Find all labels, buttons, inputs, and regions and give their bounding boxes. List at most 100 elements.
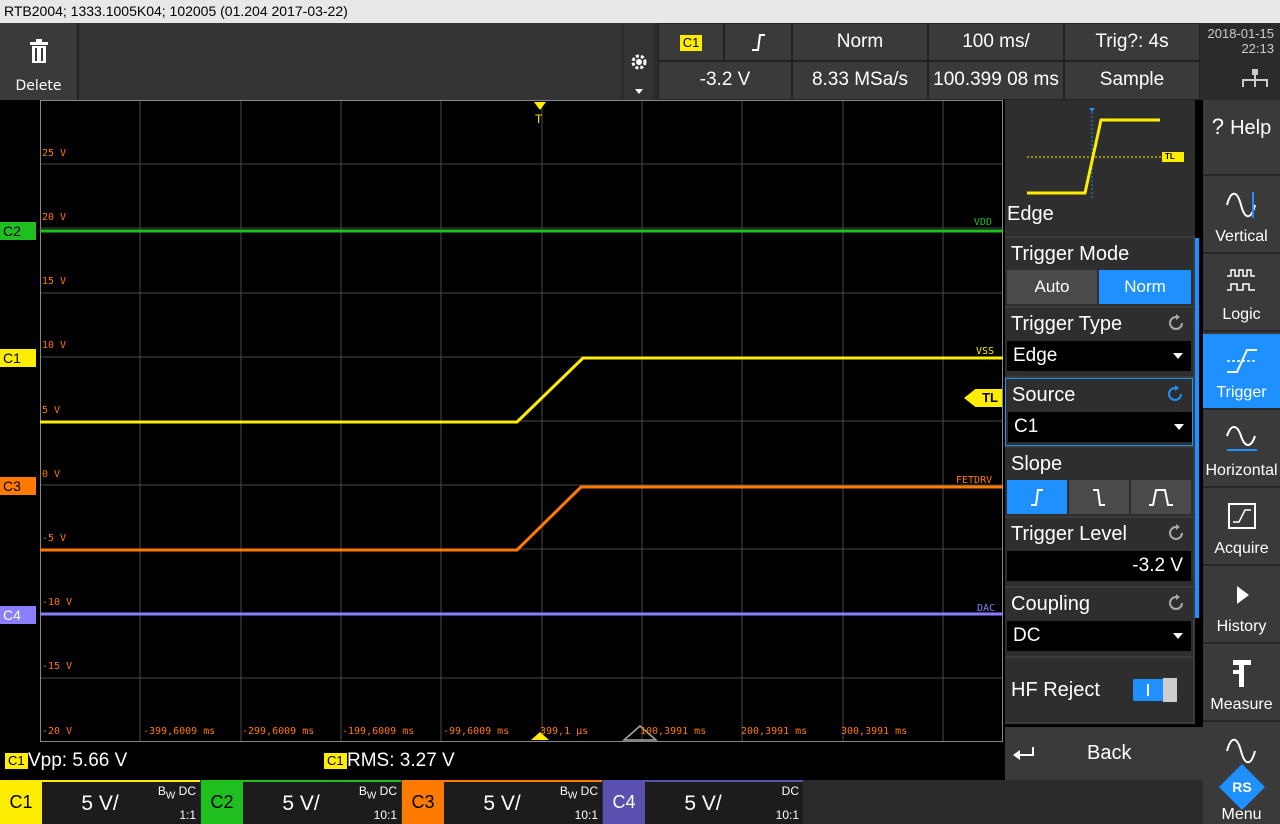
source-value: C1 — [1014, 416, 1039, 437]
header-empty-area — [79, 23, 622, 100]
settings-button[interactable] — [624, 23, 654, 100]
hf-reject-toggle[interactable] — [1133, 678, 1177, 702]
slope-falling-button[interactable] — [1069, 480, 1129, 514]
gear-icon — [631, 54, 647, 70]
trigger-level-input[interactable]: -3.2 V — [1007, 551, 1191, 581]
reset-icon[interactable] — [1166, 385, 1184, 403]
channel-tag-c2[interactable]: C2 — [0, 222, 36, 240]
mode-norm-button[interactable]: Norm — [1099, 270, 1191, 304]
coupling-select[interactable]: DC — [1007, 621, 1191, 651]
trigger-type-title: Trigger Type — [1011, 313, 1123, 335]
c1-underline — [0, 780, 200, 782]
chevron-down-icon — [1173, 353, 1183, 359]
time-offset-cell[interactable]: 100.399 08 ms — [928, 61, 1064, 100]
channel-scale: 5 V/ — [81, 792, 119, 815]
trigger-level-cell[interactable]: -3.2 V — [658, 61, 792, 100]
trigger-t-label: T — [535, 112, 543, 126]
channel-bw: BW DC — [359, 784, 397, 801]
channel-name: C3 — [402, 780, 444, 824]
channel-scale: 5 V/ — [684, 792, 722, 815]
acquire-label: Acquire — [1214, 540, 1269, 557]
source-title: Source — [1012, 384, 1076, 406]
channel-scale: 5 V/ — [483, 792, 521, 815]
trigger-type-value: Edge — [1013, 345, 1058, 366]
c4-underline — [603, 780, 803, 782]
date-text: 2018-01-15 — [1207, 26, 1275, 41]
sidebar-measure[interactable]: Measure — [1203, 646, 1280, 722]
trig-status-cell: Trig?: 4s — [1064, 23, 1200, 61]
datetime: 2018-01-15 22:13 — [1200, 23, 1280, 100]
sample-rate-cell: 8.33 MSa/s — [792, 61, 928, 100]
coupling-value: DC — [1013, 625, 1041, 646]
trigger-mode-section: Trigger Mode Auto Norm — [1005, 238, 1193, 306]
sidebar-history[interactable]: History — [1203, 568, 1280, 644]
diagram-edge-label: Edge — [1007, 203, 1054, 225]
time-label: 200,3991 ms — [741, 726, 808, 737]
meas2-value[interactable]: RMS: 3.27 V — [347, 750, 455, 772]
reset-icon[interactable] — [1167, 594, 1185, 612]
sidebar-menu[interactable]: RS Menu — [1203, 724, 1280, 824]
trash-icon — [30, 39, 48, 63]
slope-either-button[interactable] — [1131, 480, 1191, 514]
trigger-type-select[interactable]: Edge — [1007, 341, 1191, 371]
acquire-icon — [1228, 503, 1256, 529]
time-label: -99,6009 ms — [443, 726, 510, 737]
bw-prefix: BW — [358, 784, 377, 802]
diagram-tl-label: TL — [1165, 152, 1175, 161]
rs-logo-icon: RS — [1219, 764, 1265, 810]
trigger-level-section: Trigger Level -3.2 V — [1005, 518, 1193, 586]
sidebar-help[interactable]: ? Help — [1203, 100, 1280, 176]
channel-badge: C1 — [679, 35, 703, 51]
bw-prefix: BW — [559, 784, 578, 802]
timebase-cell[interactable]: 100 ms/ — [928, 23, 1064, 61]
hf-reject-section: HF Reject — [1005, 658, 1193, 722]
channel-box-c2[interactable]: C2 5 V/ BW DC 10:1 — [201, 780, 401, 824]
mode-auto-button[interactable]: Auto — [1007, 270, 1097, 304]
channel-select-cell[interactable]: C1 — [658, 23, 724, 61]
chevron-down-icon — [1173, 633, 1183, 639]
channel-tag-c4[interactable]: C4 — [0, 606, 36, 624]
sidebar-logic[interactable]: Logic — [1203, 256, 1280, 332]
sidebar-acquire[interactable]: Acquire — [1203, 490, 1280, 566]
horizontal-icon — [1226, 426, 1257, 451]
reset-icon[interactable] — [1167, 314, 1185, 332]
sidebar-horizontal[interactable]: Horizontal — [1203, 412, 1280, 488]
time-label: 100,3991 ms — [640, 726, 707, 737]
trigger-mode-title: Trigger Mode — [1011, 243, 1130, 265]
channel-coupling: DC — [178, 784, 196, 798]
panel-scrollbar[interactable] — [1195, 238, 1199, 618]
volt-label: 25 V — [42, 148, 67, 159]
rising-edge-icon — [1031, 489, 1043, 506]
slope-rising-button[interactable] — [1007, 480, 1067, 514]
acq-mode-cell[interactable]: Sample — [1064, 61, 1200, 100]
channel-ratio: 1:1 — [179, 808, 196, 822]
channel-box-c3[interactable]: C3 5 V/ BW DC 10:1 — [402, 780, 602, 824]
channel-tag-c1[interactable]: C1 — [0, 349, 36, 367]
sidebar-vertical[interactable]: Vertical — [1203, 178, 1280, 254]
channel-name: C4 — [603, 780, 645, 824]
source-select[interactable]: C1 — [1008, 412, 1192, 442]
waveform-grid — [40, 100, 1003, 742]
waveform-display[interactable]: 25 V 20 V 15 V 10 V 5 V 0 V -5 V -10 V -… — [40, 100, 1003, 742]
trigger-position-marker[interactable] — [534, 102, 546, 110]
horizontal-label: Horizontal — [1205, 462, 1278, 479]
help-label: Help — [1230, 117, 1272, 139]
channel-coupling: DC — [781, 784, 799, 798]
delete-button[interactable]: Delete — [0, 23, 78, 100]
meas1-value[interactable]: Vpp: 5.66 V — [28, 750, 127, 772]
reset-icon[interactable] — [1167, 524, 1185, 542]
slope-cell[interactable] — [724, 23, 792, 61]
vertical-icon — [1226, 192, 1256, 218]
channel-tag-c3[interactable]: C3 — [0, 477, 36, 495]
time-label: -199,6009 ms — [342, 726, 415, 737]
back-button[interactable]: Back — [1005, 727, 1203, 780]
sidebar-trigger[interactable]: Trigger — [1203, 334, 1280, 410]
measurement-bar: C1 Vpp: 5.66 V C1 RMS: 3.27 V — [0, 744, 1000, 780]
channel-box-c1[interactable]: C1 5 V/ BW DC 1:1 — [0, 780, 200, 824]
channel-box-c4[interactable]: C4 5 V/ DC 10:1 — [603, 780, 803, 824]
trigger-mode-cell[interactable]: Norm — [792, 23, 928, 61]
vertical-label: Vertical — [1215, 228, 1268, 245]
channel-ratio: 10:1 — [373, 808, 397, 822]
time-label: 399,1 µs — [540, 726, 589, 737]
channel-ratio: 10:1 — [574, 808, 598, 822]
